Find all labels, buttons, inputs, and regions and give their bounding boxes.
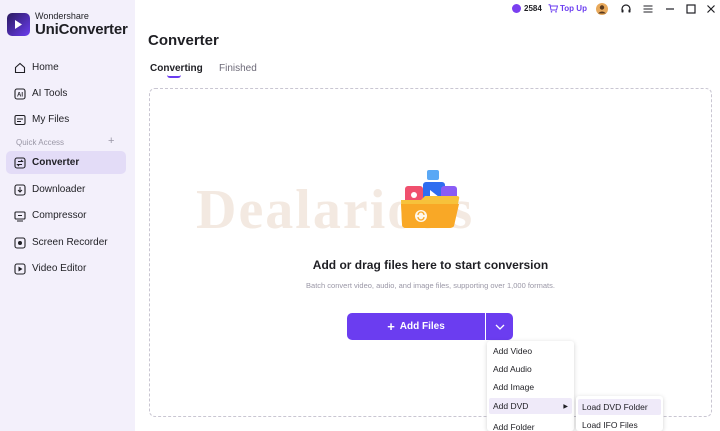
page-title: Converter xyxy=(148,32,219,49)
add-files-dropdown-button[interactable] xyxy=(486,313,513,340)
sidebar-item-label: Screen Recorder xyxy=(32,237,108,248)
sidebar-item-video-editor[interactable]: Video Editor xyxy=(6,257,126,280)
menu-item-add-audio[interactable]: Add Audio xyxy=(489,361,572,377)
quick-access-add-button[interactable]: + xyxy=(108,135,114,147)
plus-icon: + xyxy=(387,319,395,334)
tab-active-indicator xyxy=(167,75,181,78)
folder-icon xyxy=(13,113,26,126)
menu-item-add-image[interactable]: Add Image xyxy=(489,379,572,395)
avatar-icon xyxy=(596,3,608,15)
submenu-arrow-icon: ▶ xyxy=(563,403,568,410)
sidebar-item-downloader[interactable]: Downloader xyxy=(6,178,126,201)
top-up-button[interactable]: Top Up xyxy=(548,4,587,13)
sidebar-item-ai-tools[interactable]: AI AI Tools xyxy=(6,82,126,105)
close-icon xyxy=(707,5,715,13)
sidebar: Wondershare UniConverter Home AI AI Tool… xyxy=(0,0,135,431)
brand-company: Wondershare xyxy=(35,11,89,21)
record-icon xyxy=(13,236,26,249)
sidebar-item-converter[interactable]: Converter xyxy=(6,151,126,174)
dvd-submenu: Load DVD Folder Load IFO Files xyxy=(576,396,663,431)
sidebar-item-label: Home xyxy=(32,62,59,73)
headset-icon xyxy=(621,4,631,13)
home-icon xyxy=(13,61,26,74)
sidebar-item-my-files[interactable]: My Files xyxy=(6,108,126,131)
support-button[interactable] xyxy=(620,3,632,15)
maximize-button[interactable] xyxy=(685,3,697,15)
chevron-down-icon xyxy=(495,324,504,330)
maximize-icon xyxy=(686,4,696,14)
minimize-button[interactable] xyxy=(664,3,676,15)
download-icon xyxy=(13,183,26,196)
sidebar-item-label: Converter xyxy=(32,157,80,168)
menu-item-label: Add DVD xyxy=(493,401,529,411)
sidebar-item-label: AI Tools xyxy=(32,88,68,99)
brand-product: UniConverter xyxy=(35,21,128,38)
tab-converting[interactable]: Converting xyxy=(150,63,203,74)
drop-zone-title: Add or drag files here to start conversi… xyxy=(312,258,549,272)
sidebar-item-label: Downloader xyxy=(32,184,86,195)
quick-access-label: Quick Access xyxy=(16,138,65,147)
sidebar-item-label: Compressor xyxy=(32,210,87,221)
hamburger-icon xyxy=(643,5,653,13)
points-value: 2584 xyxy=(524,4,542,13)
sidebar-item-label: My Files xyxy=(32,114,70,125)
menu-item-load-ifo-files[interactable]: Load IFO Files xyxy=(578,417,661,431)
add-files-label: Add Files xyxy=(399,321,445,332)
coin-icon xyxy=(512,4,521,13)
sidebar-item-screen-recorder[interactable]: Screen Recorder xyxy=(6,231,126,254)
tab-finished[interactable]: Finished xyxy=(219,63,257,74)
top-up-label: Top Up xyxy=(560,4,587,13)
menu-item-load-dvd-folder[interactable]: Load DVD Folder xyxy=(578,399,661,415)
add-files-menu: Add Video Add Audio Add Image Add DVD ▶ … xyxy=(487,341,574,431)
app-logo-icon xyxy=(7,13,30,36)
compress-icon xyxy=(13,209,26,222)
menu-button[interactable] xyxy=(642,3,654,15)
sidebar-item-compressor[interactable]: Compressor xyxy=(6,204,126,227)
menu-item-add-folder[interactable]: Add Folder xyxy=(489,419,572,431)
ai-icon: AI xyxy=(13,87,26,100)
sidebar-item-label: Video Editor xyxy=(32,263,87,274)
menu-item-add-video[interactable]: Add Video xyxy=(489,343,572,359)
sidebar-item-home[interactable]: Home xyxy=(6,56,126,79)
cart-icon xyxy=(548,4,558,13)
svg-text:AI: AI xyxy=(17,92,23,98)
close-button[interactable] xyxy=(705,3,717,15)
brand: Wondershare UniConverter xyxy=(7,12,128,37)
media-folder-illustration-icon xyxy=(401,170,460,228)
avatar[interactable] xyxy=(596,3,608,15)
add-files-button[interactable]: + Add Files xyxy=(347,313,485,340)
minimize-icon xyxy=(666,8,674,10)
points-balance: 2584 xyxy=(512,4,542,13)
video-editor-icon xyxy=(13,262,26,275)
converter-icon xyxy=(13,156,26,169)
file-drop-zone[interactable] xyxy=(149,88,712,417)
drop-zone-subtitle: Batch convert video, audio, and image fi… xyxy=(306,281,555,290)
menu-item-add-dvd[interactable]: Add DVD ▶ xyxy=(489,398,572,414)
